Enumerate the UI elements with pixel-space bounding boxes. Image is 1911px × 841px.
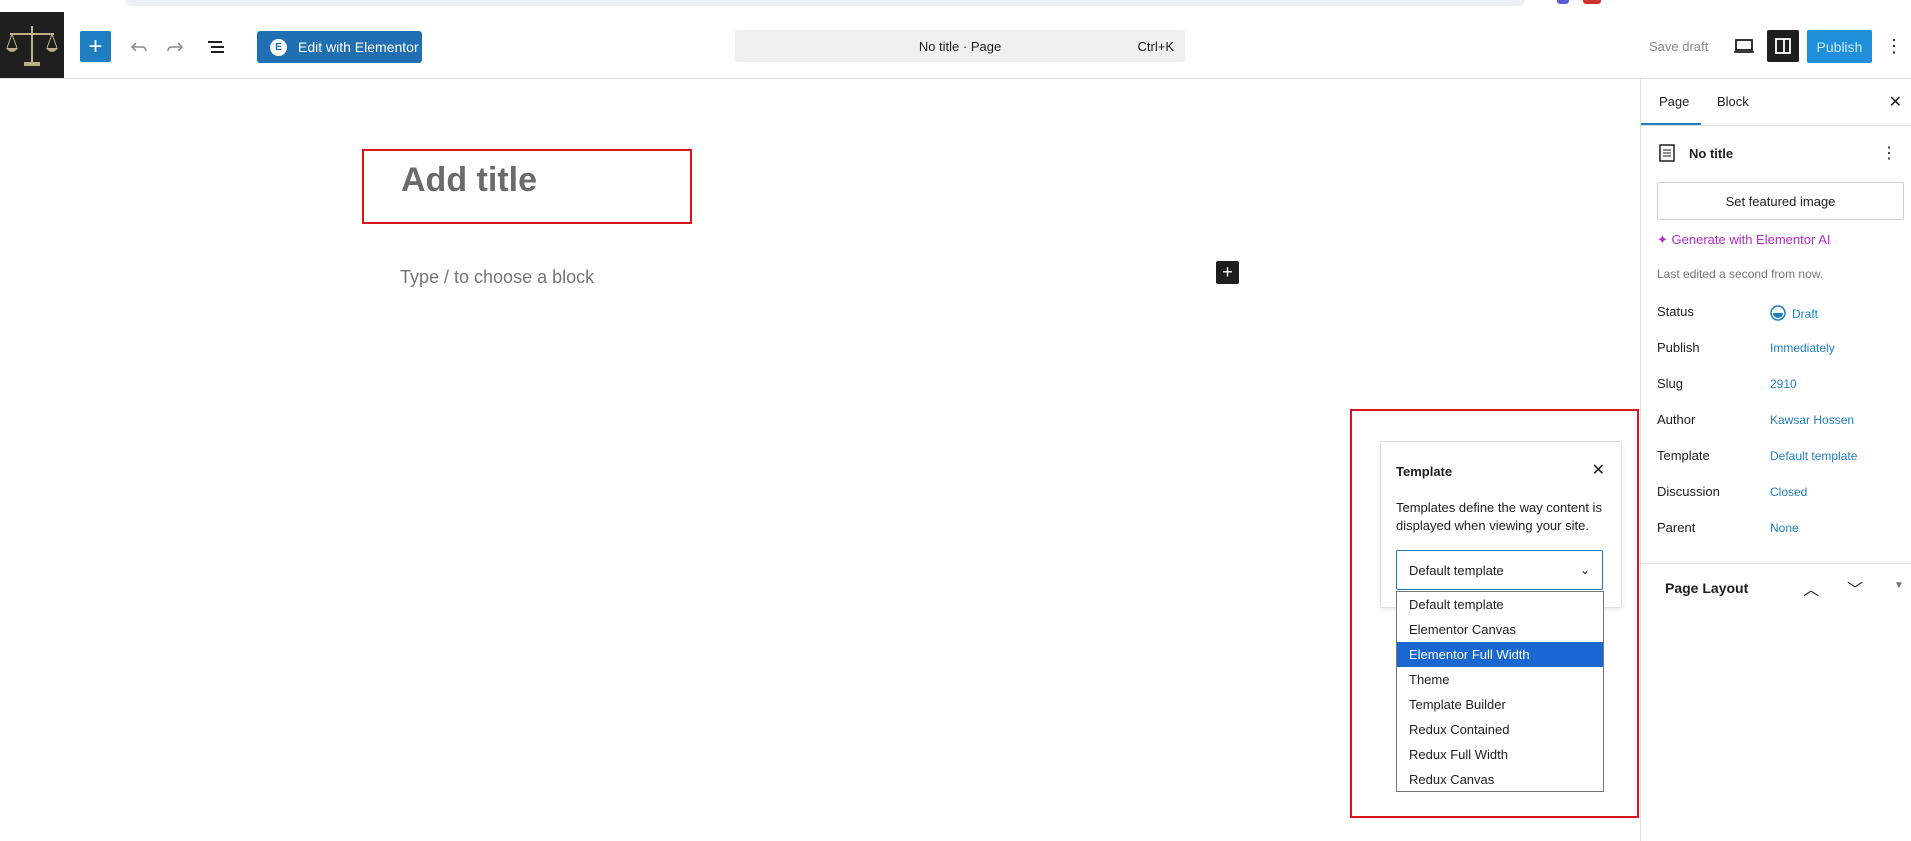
settings-button[interactable] — [1767, 30, 1799, 62]
template-options-list: Default template Elementor Canvas Elemen… — [1396, 591, 1604, 792]
generate-with-elementor-ai-link[interactable]: ✦ Generate with Elementor AI — [1657, 232, 1831, 248]
undo-button[interactable] — [124, 31, 154, 62]
status-value-label: Draft — [1792, 307, 1819, 321]
chevron-down-icon: ⌄ — [1579, 563, 1590, 577]
status-label: Status — [1657, 304, 1694, 319]
sparkle-icon: ✦ — [1657, 232, 1672, 247]
template-option[interactable]: Default template — [1397, 592, 1603, 617]
slug-value[interactable]: 2910 — [1770, 377, 1797, 391]
more-vertical-icon: ⋮ — [1885, 35, 1903, 56]
sidebar-toggle-icon — [1775, 38, 1791, 54]
slug-label: Slug — [1657, 376, 1684, 391]
author-value[interactable]: Kawsar Hossen — [1770, 413, 1854, 427]
template-label: Template — [1657, 448, 1710, 463]
template-select-value: Default template — [1409, 563, 1504, 578]
parent-label: Parent — [1657, 520, 1696, 535]
template-option[interactable]: Redux Full Width — [1397, 742, 1603, 767]
scales-icon — [6, 26, 58, 66]
redo-button[interactable] — [160, 31, 190, 62]
chevron-down-icon[interactable]: ﹀ — [1847, 576, 1863, 600]
document-overview-button[interactable] — [200, 31, 232, 62]
command-palette-bar[interactable]: No title · Page Ctrl+K — [735, 30, 1185, 62]
site-logo[interactable] — [0, 12, 64, 78]
preview-button[interactable] — [1728, 30, 1760, 62]
default-block-appender[interactable]: Type / to choose a block — [400, 267, 594, 288]
template-value[interactable]: Default template — [1770, 449, 1857, 463]
template-description: Templates define the way content is disp… — [1396, 500, 1602, 533]
redo-icon — [167, 41, 184, 52]
document-title: No title — [1689, 146, 1734, 161]
discussion-value[interactable]: Closed — [1770, 485, 1807, 499]
author-label: Author — [1657, 412, 1696, 427]
post-title-input[interactable]: Add title — [401, 161, 537, 200]
edit-with-elementor-label: Edit with Elementor — [298, 39, 419, 55]
template-select[interactable]: Default template ⌄ — [1396, 550, 1603, 590]
discussion-label: Discussion — [1657, 484, 1720, 499]
draft-status-icon — [1770, 305, 1786, 321]
close-icon[interactable]: ✕ — [1592, 460, 1605, 480]
plus-icon: + — [88, 32, 103, 60]
plus-icon: + — [1222, 262, 1233, 282]
ai-link-label: Generate with Elementor AI — [1671, 232, 1831, 247]
publish-button[interactable]: Publish — [1807, 30, 1872, 63]
publish-value[interactable]: Immediately — [1770, 341, 1835, 355]
command-shortcut: Ctrl+K — [1137, 39, 1174, 54]
list-view-icon — [208, 40, 224, 53]
status-value[interactable]: Draft — [1770, 305, 1818, 321]
active-tab-indicator — [1641, 123, 1701, 125]
command-title: No title · Page — [918, 39, 1002, 54]
template-option[interactable]: Elementor Full Width — [1397, 642, 1603, 667]
page-icon — [1659, 144, 1675, 167]
template-option[interactable]: Theme — [1397, 667, 1603, 692]
caret-down-icon[interactable]: ▼ — [1894, 580, 1904, 591]
template-option[interactable]: Elementor Canvas — [1397, 617, 1603, 642]
editor-toolbar: + E Edit with Elementor No title · Page … — [0, 12, 1911, 79]
template-option[interactable]: Template Builder — [1397, 692, 1603, 717]
save-draft-button[interactable]: Save draft — [1649, 39, 1708, 54]
inline-inserter-button[interactable]: + — [1216, 261, 1239, 284]
options-menu-button[interactable]: ⋮ — [1884, 30, 1904, 62]
set-featured-image-button[interactable]: Set featured image — [1657, 182, 1904, 220]
template-option[interactable]: Redux Contained — [1397, 717, 1603, 742]
chevron-up-icon[interactable]: ︿ — [1803, 576, 1819, 600]
edit-with-elementor-button[interactable]: E Edit with Elementor — [257, 31, 422, 63]
template-popover-heading: Template — [1396, 464, 1453, 479]
extension-icon[interactable] — [1557, 0, 1569, 4]
last-edited-text: Last edited a second from now. — [1657, 267, 1824, 281]
elementor-icon: E — [270, 38, 287, 56]
page-layout-title: Page Layout — [1665, 580, 1749, 596]
address-bar[interactable] — [125, 0, 1525, 6]
close-icon[interactable]: ✕ — [1889, 92, 1902, 112]
tab-page[interactable]: Page — [1659, 94, 1689, 109]
page-layout-panel-header[interactable]: Page Layout ︿ ﹀ ▼ — [1641, 563, 1911, 606]
title-highlight-box: Add title — [362, 149, 692, 224]
block-inserter-button[interactable]: + — [80, 31, 111, 62]
sidebar-tabs: Page Block ✕ — [1641, 79, 1911, 126]
undo-icon — [130, 41, 147, 52]
parent-value[interactable]: None — [1770, 521, 1799, 535]
publish-label: Publish — [1657, 340, 1700, 355]
more-vertical-icon[interactable]: ⋮ — [1881, 143, 1897, 163]
desktop-preview-icon — [1734, 39, 1754, 53]
extension-icon[interactable] — [1583, 0, 1601, 4]
template-option[interactable]: Redux Canvas — [1397, 767, 1603, 792]
tab-block[interactable]: Block — [1717, 94, 1749, 109]
settings-sidebar: Page Block ✕ No title ⋮ Set featured ima… — [1640, 79, 1911, 841]
